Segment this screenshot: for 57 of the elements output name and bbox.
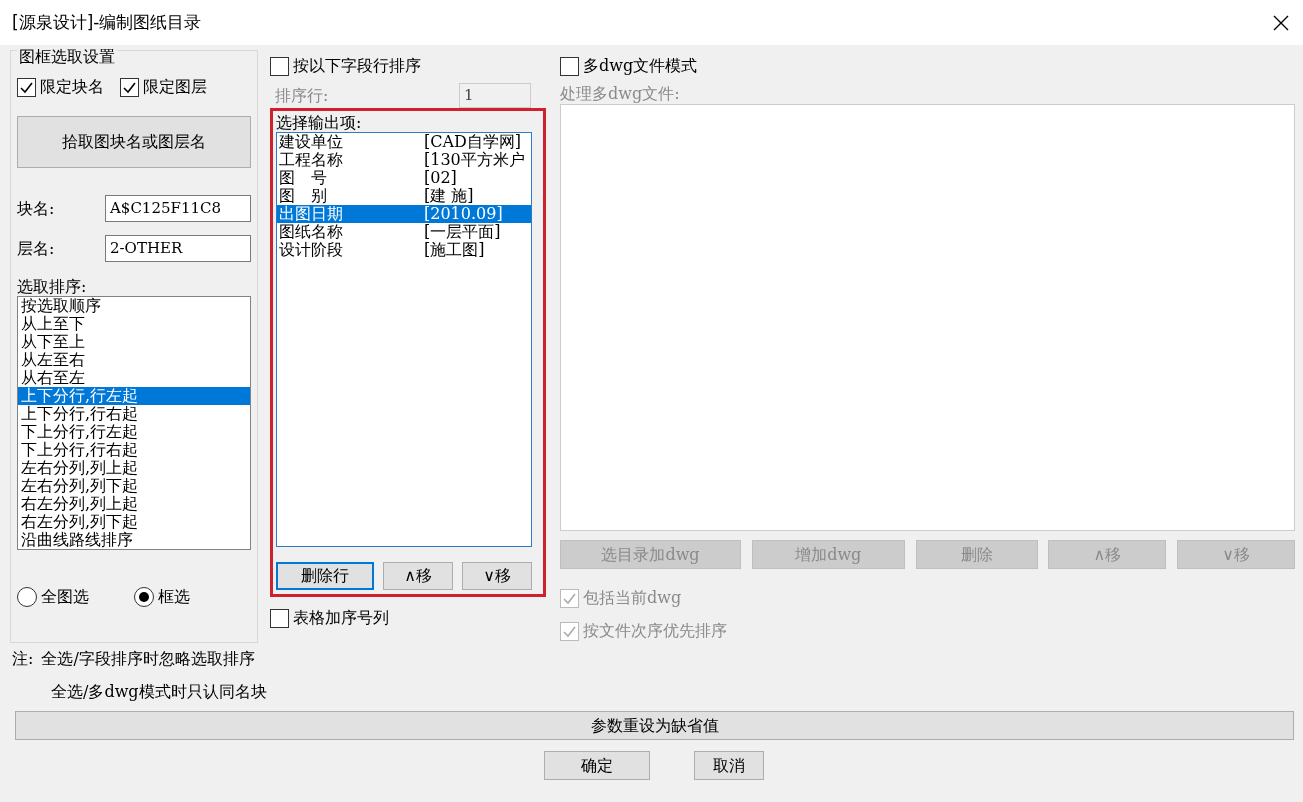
pick-button[interactable]: 拾取图块名或图层名 [17,116,251,168]
checkbox-label: 限定块名 [40,76,104,98]
window-title: [源泉设计]-编制图纸目录 [12,10,202,34]
checkbox-label: 按以下字段行排序 [293,55,421,77]
list-item[interactable]: 右左分列,列下起 [18,513,250,531]
checkbox-label: 限定图层 [143,76,207,98]
field-label: 层名: [17,237,56,260]
list-item[interactable]: 下上分行,行右起 [18,441,250,459]
list-item[interactable]: 右左分列,列上起 [18,495,250,513]
list-item[interactable]: 左右分列,列下起 [18,477,250,495]
list-button[interactable]: 删除行 [276,562,374,590]
list-item[interactable]: 从上至下 [18,315,250,333]
list-item[interactable]: 图纸名称 [一层平面] [277,223,531,241]
checkbox-label: 多dwg文件模式 [583,55,698,77]
list-button[interactable]: ∧移 [383,562,453,590]
list-item[interactable]: 从右至左 [18,369,250,387]
files-label: 处理多dwg文件: [560,84,681,104]
list-button[interactable]: ∨移 [462,562,532,590]
list-item[interactable]: 从下至上 [18,333,250,351]
list-item[interactable]: 上下分行,行左起 [18,387,250,405]
radio-label: 框选 [158,586,190,608]
list-item[interactable]: 按选取顺序 [18,297,250,315]
checkbox[interactable] [17,77,36,97]
list-label: 选择输出项: [276,114,363,132]
list-item[interactable]: 工程名称 [130平方米户 [277,151,531,169]
group-title: 图框选取设置 [17,47,117,67]
note-prefix: 注: [12,649,34,670]
dialog-button[interactable]: 取消 [694,751,764,780]
list-item[interactable]: 上下分行,行右起 [18,405,250,423]
radio-button[interactable] [17,587,37,607]
list-item[interactable]: 出图日期 [2010.09] [277,205,531,223]
list-item[interactable]: 从左至右 [18,351,250,369]
checkbox[interactable] [270,56,289,76]
field-label: 排序行: [275,84,329,107]
radio-button[interactable] [134,587,154,607]
reset-button[interactable]: 参数重设为缺省值 [15,711,1294,740]
list-item[interactable]: 下上分行,行左起 [18,423,250,441]
list-item[interactable]: 图 号 [02] [277,169,531,187]
radio-label: 全图选 [41,586,89,608]
field-label: 块名: [17,197,56,220]
checkbox[interactable] [270,608,289,628]
input-field[interactable]: A$C125F11C8 [105,195,251,222]
checkbox-label: 按文件次序优先排序 [583,620,727,642]
list-label: 选取排序: [17,278,88,296]
checkbox-label: 表格加序号列 [293,607,389,629]
note-text: 全选/字段排序时忽略选取排序 [41,649,255,670]
checkbox[interactable] [120,77,139,97]
list-item[interactable]: 建设单位 [CAD自学网] [277,133,531,151]
list-item[interactable]: 图 别 [建 施] [277,187,531,205]
close-icon[interactable] [1273,14,1289,31]
list-item[interactable]: 左右分列,列上起 [18,459,250,477]
list-item[interactable]: 设计阶段 [施工图] [277,241,531,259]
dialog-button[interactable]: 确定 [544,751,650,780]
note-text: 全选/多dwg模式时只认同名块 [51,682,267,703]
checkbox-label: 包括当前dwg [583,587,682,609]
list-item[interactable]: 沿曲线路线排序 [18,531,250,549]
input-field[interactable]: 2-OTHER [105,235,251,262]
